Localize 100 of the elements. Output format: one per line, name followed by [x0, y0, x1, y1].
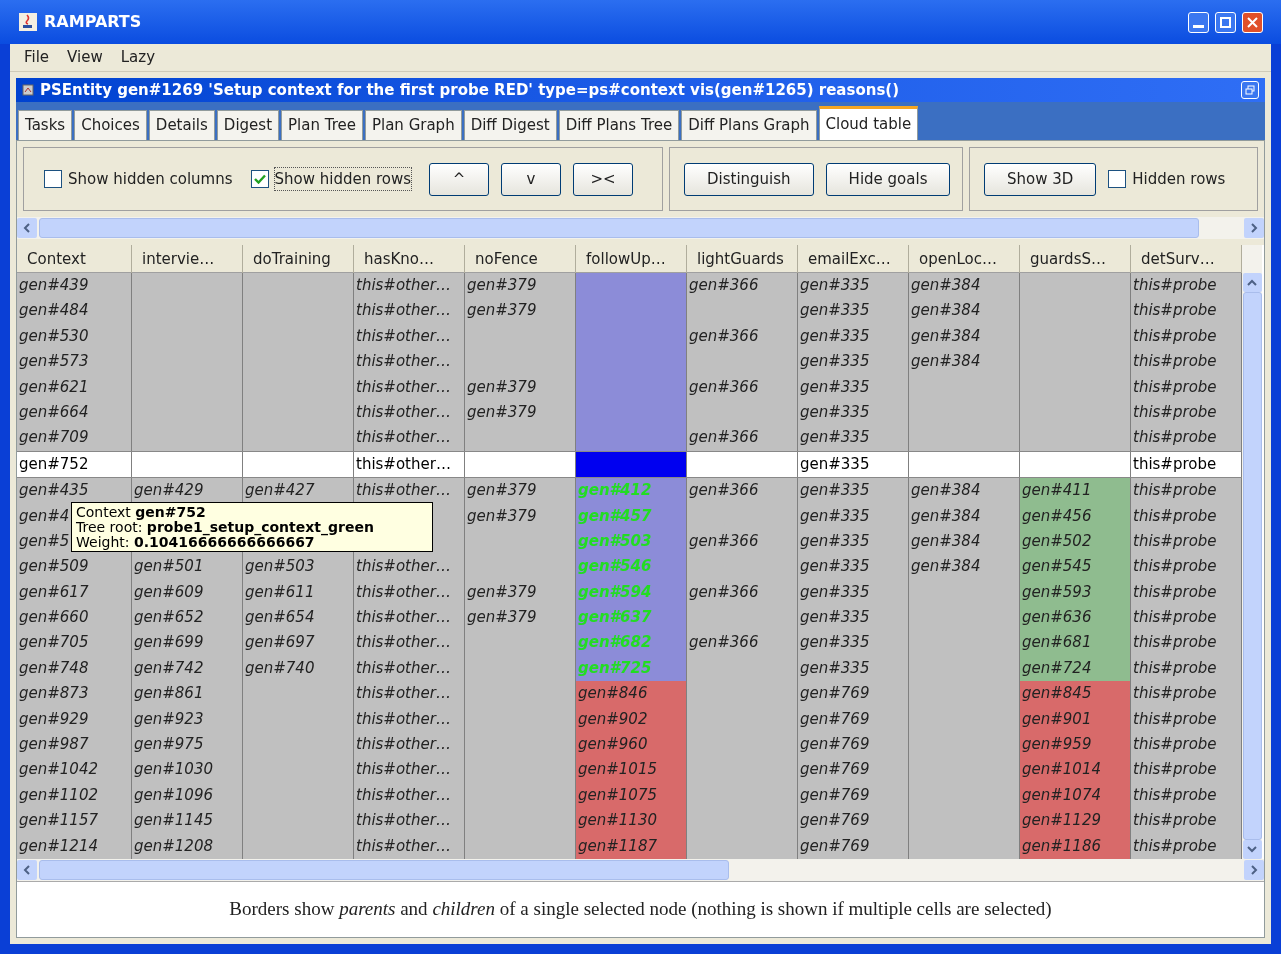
- scroll-up-button[interactable]: [1242, 273, 1262, 292]
- table-cell: gen#501: [132, 554, 243, 580]
- scroll-thumb[interactable]: [39, 218, 1199, 238]
- checkbox[interactable]: [1108, 170, 1127, 188]
- scroll-left-button[interactable]: [17, 860, 37, 880]
- table-cell: this#other…: [354, 732, 465, 758]
- scroll-left-button[interactable]: [17, 218, 37, 238]
- table-row[interactable]: gen#509 gen#501 gen#503 this#other… gen#546 gen#335 gen#384 gen#545 this#probe: [17, 554, 1242, 580]
- toolbar-button[interactable]: ^: [429, 162, 490, 196]
- table-cell: gen#335: [798, 349, 909, 375]
- table-row[interactable]: gen#1102 gen#1096 this#other… gen#1075 gen#769 gen#1074 this#probe: [17, 782, 1242, 809]
- table-cell: gen#379: [465, 298, 576, 324]
- checkbox[interactable]: [250, 170, 269, 188]
- table-row[interactable]: gen#664 this#other… gen#379 gen#335 this#probe: [17, 399, 1242, 426]
- table-cell: gen#484: [17, 298, 132, 324]
- close-icon: [1247, 16, 1258, 28]
- table-row[interactable]: gen#1157 gen#1145 this#other… gen#1130 gen#769 gen#1129 this#probe: [17, 808, 1242, 834]
- window-title: RAMPARTS: [44, 11, 142, 33]
- checkbox-label[interactable]: Show hidden columns: [68, 167, 233, 191]
- toolbar-button[interactable]: v: [501, 162, 562, 196]
- close-button[interactable]: [1242, 11, 1263, 33]
- toolbar-button[interactable]: Hide goals: [825, 162, 951, 196]
- table-row[interactable]: gen#929 gen#923 this#other… gen#902 gen#769 gen#901 this#probe: [17, 706, 1242, 733]
- maximize-icon: [1220, 16, 1231, 28]
- minimize-button[interactable]: [1188, 11, 1209, 33]
- horizontal-scrollbar[interactable]: [17, 217, 1264, 239]
- table-cell: gen#1129: [1020, 808, 1131, 834]
- table-cell: this#probe: [1131, 554, 1242, 580]
- table-row[interactable]: gen#439 this#other… gen#379 gen#366 gen#335 gen#384 this#probe: [17, 273, 1242, 299]
- table-cell: this#probe: [1131, 757, 1242, 783]
- tab[interactable]: Diff Digest: [463, 110, 557, 140]
- tab[interactable]: Plan Graph: [364, 110, 462, 140]
- restore-button[interactable]: [1241, 81, 1259, 99]
- table-row[interactable]: gen#709 this#other… gen#366 gen#335 this#probe: [17, 425, 1242, 451]
- table-row[interactable]: gen#1214 gen#1208 this#other… gen#1187 gen#769 gen#1186 this#probe: [17, 833, 1242, 859]
- table-row[interactable]: gen#573 this#other… gen#335 gen#384 this#probe: [17, 349, 1242, 375]
- table-row[interactable]: gen#435 gen#429 gen#427 this#other… gen#379 gen#412 gen#366 gen#335 gen#384 gen#411 this#probe: [17, 478, 1242, 504]
- table-cell: gen#1214: [17, 833, 132, 859]
- tab[interactable]: Details: [148, 110, 215, 140]
- table-cell: gen#1075: [576, 782, 687, 809]
- table-cell: gen#769: [798, 681, 909, 707]
- table-cell: gen#1096: [132, 782, 243, 809]
- table-cell: gen#1030: [132, 757, 243, 783]
- table-row[interactable]: gen#1042 gen#1030 this#other… gen#1015 gen#769 gen#1014 this#probe: [17, 757, 1242, 783]
- table-cell: gen#335: [798, 579, 909, 606]
- table-row[interactable]: gen#748 gen#742 gen#740 this#other… gen#725 gen#335 gen#724 this#probe: [17, 655, 1242, 682]
- menu-item[interactable]: Lazy: [120, 46, 156, 69]
- table-cell: this#probe: [1131, 451, 1242, 478]
- table-row[interactable]: gen#484 this#other… gen#379 gen#335 gen#384 this#probe: [17, 298, 1242, 324]
- toolbar-button[interactable]: ><: [573, 162, 634, 196]
- table-cell: gen#384: [909, 554, 1020, 580]
- menu-item[interactable]: File: [24, 46, 50, 69]
- table-cell: gen#1014: [1020, 757, 1131, 783]
- table-row[interactable]: gen#752 this#other… gen#335 this#probe: [17, 450, 1242, 479]
- checkbox-label[interactable]: Hidden rows: [1132, 167, 1226, 191]
- table-cell: gen#435: [17, 478, 132, 504]
- tab[interactable]: Digest: [216, 110, 279, 140]
- tab[interactable]: Cloud table: [818, 106, 919, 140]
- scroll-thumb[interactable]: [39, 860, 729, 880]
- maximize-button[interactable]: [1215, 11, 1236, 33]
- toolbar-button[interactable]: Distinguish: [684, 162, 814, 196]
- table-row[interactable]: gen#987 gen#975 this#other… gen#960 gen#769 gen#959 this#probe: [17, 732, 1242, 758]
- tab[interactable]: Plan Tree: [281, 110, 363, 140]
- table-cell: this#other…: [354, 451, 465, 478]
- table-cell: gen#1145: [132, 808, 243, 834]
- tab[interactable]: Choices: [74, 110, 147, 140]
- checkbox[interactable]: [44, 170, 62, 188]
- table-row[interactable]: gen#873 gen#861 this#other… gen#846 gen#769 gen#845 this#probe: [17, 681, 1242, 707]
- table-cell: this#other…: [354, 478, 465, 504]
- scroll-right-button[interactable]: [1244, 860, 1264, 880]
- tab[interactable]: Diff Plans Graph: [681, 110, 817, 140]
- table-cell: gen#1102: [17, 782, 132, 809]
- horizontal-scrollbar[interactable]: [17, 859, 1264, 881]
- toolbar-button[interactable]: Show 3D: [984, 162, 1097, 196]
- table-cell: gen#335: [798, 554, 909, 580]
- table-cell: this#other…: [354, 425, 465, 451]
- table-cell: this#probe: [1131, 630, 1242, 656]
- table-row[interactable]: gen#621 this#other… gen#379 gen#366 gen#335 this#probe: [17, 374, 1242, 400]
- table-cell: gen#660: [17, 605, 132, 631]
- table-row[interactable]: gen#530 this#other… gen#366 gen#335 gen#384 this#probe: [17, 323, 1242, 350]
- table-cell: gen#617: [17, 579, 132, 606]
- checkmark-icon: [253, 174, 266, 184]
- table-cell: this#probe: [1131, 655, 1242, 682]
- table-cell: gen#379: [465, 579, 576, 606]
- table-cell: gen#366: [687, 528, 798, 555]
- table-cell: this#other…: [354, 605, 465, 631]
- table-row[interactable]: gen#660 gen#652 gen#654 this#other… gen#379 gen#637 gen#335 gen#636 this#probe: [17, 605, 1242, 631]
- tab[interactable]: Tasks: [18, 110, 73, 140]
- table-row[interactable]: gen#705 gen#699 gen#697 this#other… gen#682 gen#366 gen#335 gen#681 this#probe: [17, 630, 1242, 656]
- menu-item[interactable]: View: [67, 46, 103, 69]
- table-cell: this#probe: [1131, 528, 1242, 555]
- table-cell: gen#335: [798, 528, 909, 555]
- table-cell: gen#366: [687, 374, 798, 400]
- table-cell: gen#509: [17, 554, 132, 580]
- scroll-down-button[interactable]: [1242, 840, 1262, 859]
- table-row[interactable]: gen#617 gen#609 gen#611 this#other… gen#379 gen#594 gen#366 gen#335 gen#593 this#probe: [17, 579, 1242, 606]
- checkbox-label[interactable]: Show hidden rows: [274, 167, 412, 191]
- table-cell: this#other…: [354, 579, 465, 606]
- scroll-right-button[interactable]: [1244, 218, 1264, 238]
- tab[interactable]: Diff Plans Tree: [558, 110, 680, 140]
